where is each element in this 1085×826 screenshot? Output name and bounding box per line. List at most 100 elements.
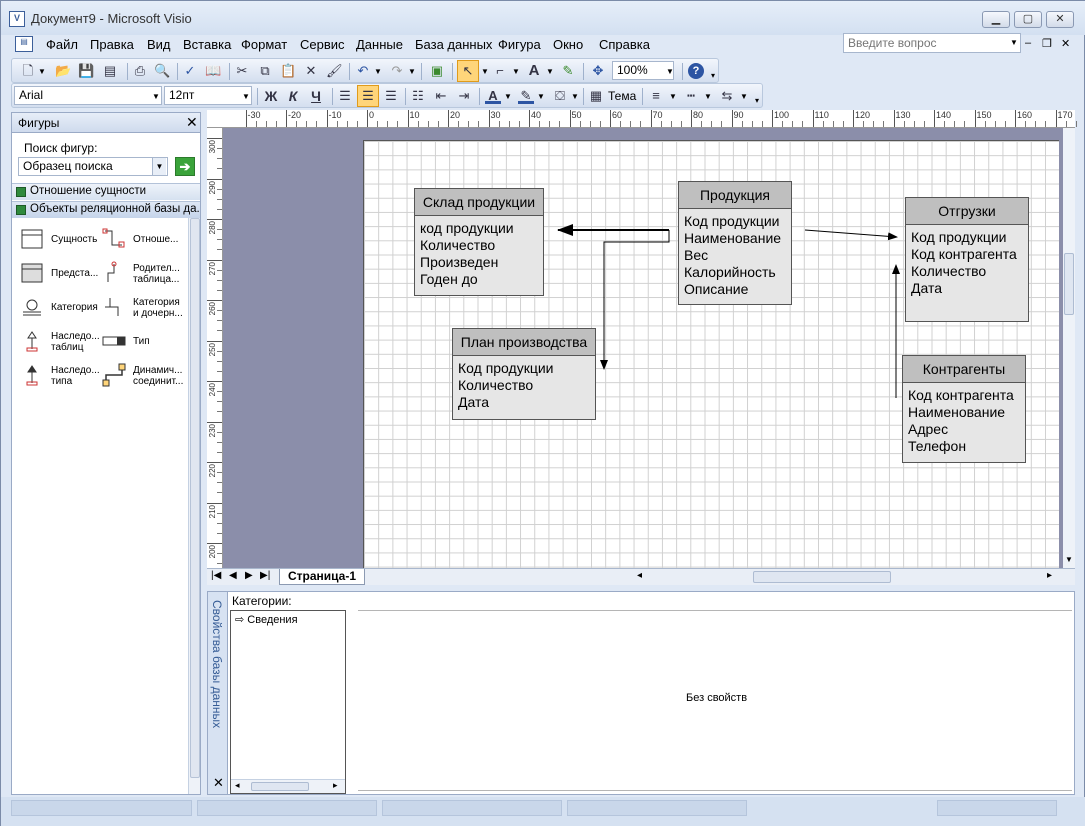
shape-table-inheritance[interactable] [20,329,44,356]
entity-contractors[interactable]: Контрагенты Код контрагента Наименование… [902,355,1026,463]
shape-category[interactable] [20,295,44,322]
paste-icon[interactable]: 📋 [280,63,296,79]
chevron-down-icon[interactable]: ▼ [703,92,713,101]
delete-icon[interactable]: ✕ [303,63,319,79]
doc-restore-button[interactable]: ❐ [1042,37,1052,50]
line-weight-icon[interactable]: ≡ [648,88,664,104]
chevron-down-icon[interactable]: ▼ [407,67,417,76]
search-shapes-input[interactable]: Образец поиска [18,157,168,176]
horizontal-scrollbar-thumb[interactable] [753,571,891,583]
scroll-right-icon[interactable]: ▸ [1047,570,1052,581]
shape-relationship[interactable] [102,227,126,254]
chevron-down-icon[interactable]: ▼ [668,92,678,101]
increase-indent-icon[interactable]: ⇥ [456,88,472,104]
font-size-combo[interactable]: 12пт [164,86,252,105]
scroll-left-icon[interactable]: ◂ [637,570,642,581]
menu-format[interactable]: Формат [241,37,287,52]
chevron-down-icon[interactable]: ▼ [503,92,513,101]
align-right-icon[interactable]: ☰ [383,88,399,104]
shape-category-child[interactable] [102,295,126,322]
chevron-down-icon[interactable]: ▼ [152,158,166,175]
close-icon[interactable]: ✕ [186,114,198,131]
align-left-icon[interactable]: ☰ [337,88,353,104]
menu-window[interactable]: Окно [553,37,583,52]
menu-database[interactable]: База данных [415,37,492,52]
decrease-indent-icon[interactable]: ⇤ [433,88,449,104]
bold-button[interactable]: Ж [263,88,279,104]
shape-entity[interactable] [20,227,44,254]
line-ends-icon[interactable]: ⇆ [719,88,735,104]
menu-tools[interactable]: Сервис [300,37,345,52]
research-icon[interactable]: 📖 [205,63,221,79]
stencil-relational-db[interactable]: Объекты реляционной базы да... [12,201,200,218]
pencil-tool-icon[interactable]: ✎ [560,63,576,79]
minimize-button[interactable]: ▁ [982,11,1010,28]
next-page-icon[interactable]: ▶ [245,570,253,581]
canvas-vertical-scrollbar[interactable]: ▼ [1063,128,1075,568]
help-icon[interactable]: ? [688,63,704,79]
menu-help[interactable]: Справка [599,37,650,52]
bullets-icon[interactable]: ☷ [410,88,426,104]
font-color-icon[interactable]: A [485,88,501,104]
fill-color-icon[interactable]: ⛋ [552,88,568,104]
stencil-entity-relationship[interactable]: Отношение сущности [12,183,200,200]
shape-parent-table[interactable] [102,261,126,288]
align-center-icon[interactable]: ☰ [357,85,379,107]
open-icon[interactable]: 📂 [55,63,71,79]
drawing-page[interactable]: Склад продукции код продукции Количество… [363,140,1059,568]
doc-minimize-button[interactable]: – [1025,37,1031,49]
pan-zoom-icon[interactable]: ✥ [590,63,606,79]
scroll-left-icon[interactable]: ◂ [235,780,240,791]
chevron-down-icon[interactable]: ▼ [545,67,555,76]
text-tool-icon[interactable]: A [526,63,542,79]
close-button[interactable]: ✕ [1046,11,1074,28]
connector-products-to-warehouse[interactable] [600,230,670,370]
scrollbar-thumb[interactable] [251,782,309,791]
scrollbar-thumb[interactable] [1064,253,1074,315]
menu-file[interactable]: Файл [46,37,78,52]
theme-icon[interactable]: ▦ [588,88,604,104]
chevron-down-icon[interactable]: ▼ [151,92,161,101]
format-painter-icon[interactable]: 🖌 [326,63,343,79]
redo-icon[interactable]: ↷ [389,63,405,79]
entity-products[interactable]: Продукция Код продукции Наименование Вес… [678,181,792,305]
copy-icon[interactable]: ⧉ [257,63,273,79]
chevron-down-icon[interactable]: ▼ [37,67,47,76]
question-input[interactable] [843,33,1021,53]
new-icon[interactable]: 🗋 [20,63,36,79]
shapes-scrollbar[interactable] [188,218,200,794]
shape-type[interactable] [102,329,126,356]
font-combo[interactable]: Arial [14,86,162,105]
print-icon[interactable]: ⎙ [132,63,148,79]
chevron-down-icon[interactable]: ▼ [480,67,490,76]
chevron-down-icon[interactable]: ▼ [1065,555,1073,564]
entity-shipments[interactable]: Отгрузки Код продукции Код контрагента К… [905,197,1029,322]
save-icon[interactable]: 💾 [78,63,94,79]
prev-page-icon[interactable]: ◀ [229,570,237,581]
scroll-right-icon[interactable]: ▸ [333,780,338,791]
document-icon[interactable]: ▤ [15,36,33,52]
doc-close-button[interactable]: ✕ [1061,37,1070,50]
categories-hscrollbar[interactable]: ◂ ▸ [231,779,345,793]
line-pattern-icon[interactable]: ┅ [683,88,699,104]
chevron-down-icon[interactable]: ▼ [570,92,580,101]
search-go-icon[interactable]: ➔ [175,157,195,176]
last-page-icon[interactable]: ▶| [260,570,270,581]
italic-button[interactable]: К [285,88,301,104]
category-item-info[interactable]: ⇨ Сведения [235,613,298,626]
chevron-down-icon[interactable]: ▼ [373,67,383,76]
toolbar-options-icon[interactable]: ▾ [752,96,762,105]
menu-shape[interactable]: Фигура [498,37,541,52]
connector-tool-icon[interactable]: ⌐ [492,63,508,79]
shape-dynamic-connector[interactable] [102,363,126,390]
line-color-icon[interactable]: ✎ [518,88,534,104]
visio-app-icon[interactable]: V [9,11,25,27]
cut-icon[interactable]: ✂ [234,63,250,79]
chevron-down-icon[interactable]: ▼ [1010,38,1018,47]
chevron-down-icon[interactable]: ▼ [536,92,546,101]
tab-page-1[interactable]: Страница-1 [279,569,365,585]
maximize-button[interactable]: ▢ [1014,11,1042,28]
shape-view[interactable] [20,261,44,288]
menu-edit[interactable]: Правка [90,37,134,52]
first-page-icon[interactable]: |◀ [211,570,221,581]
